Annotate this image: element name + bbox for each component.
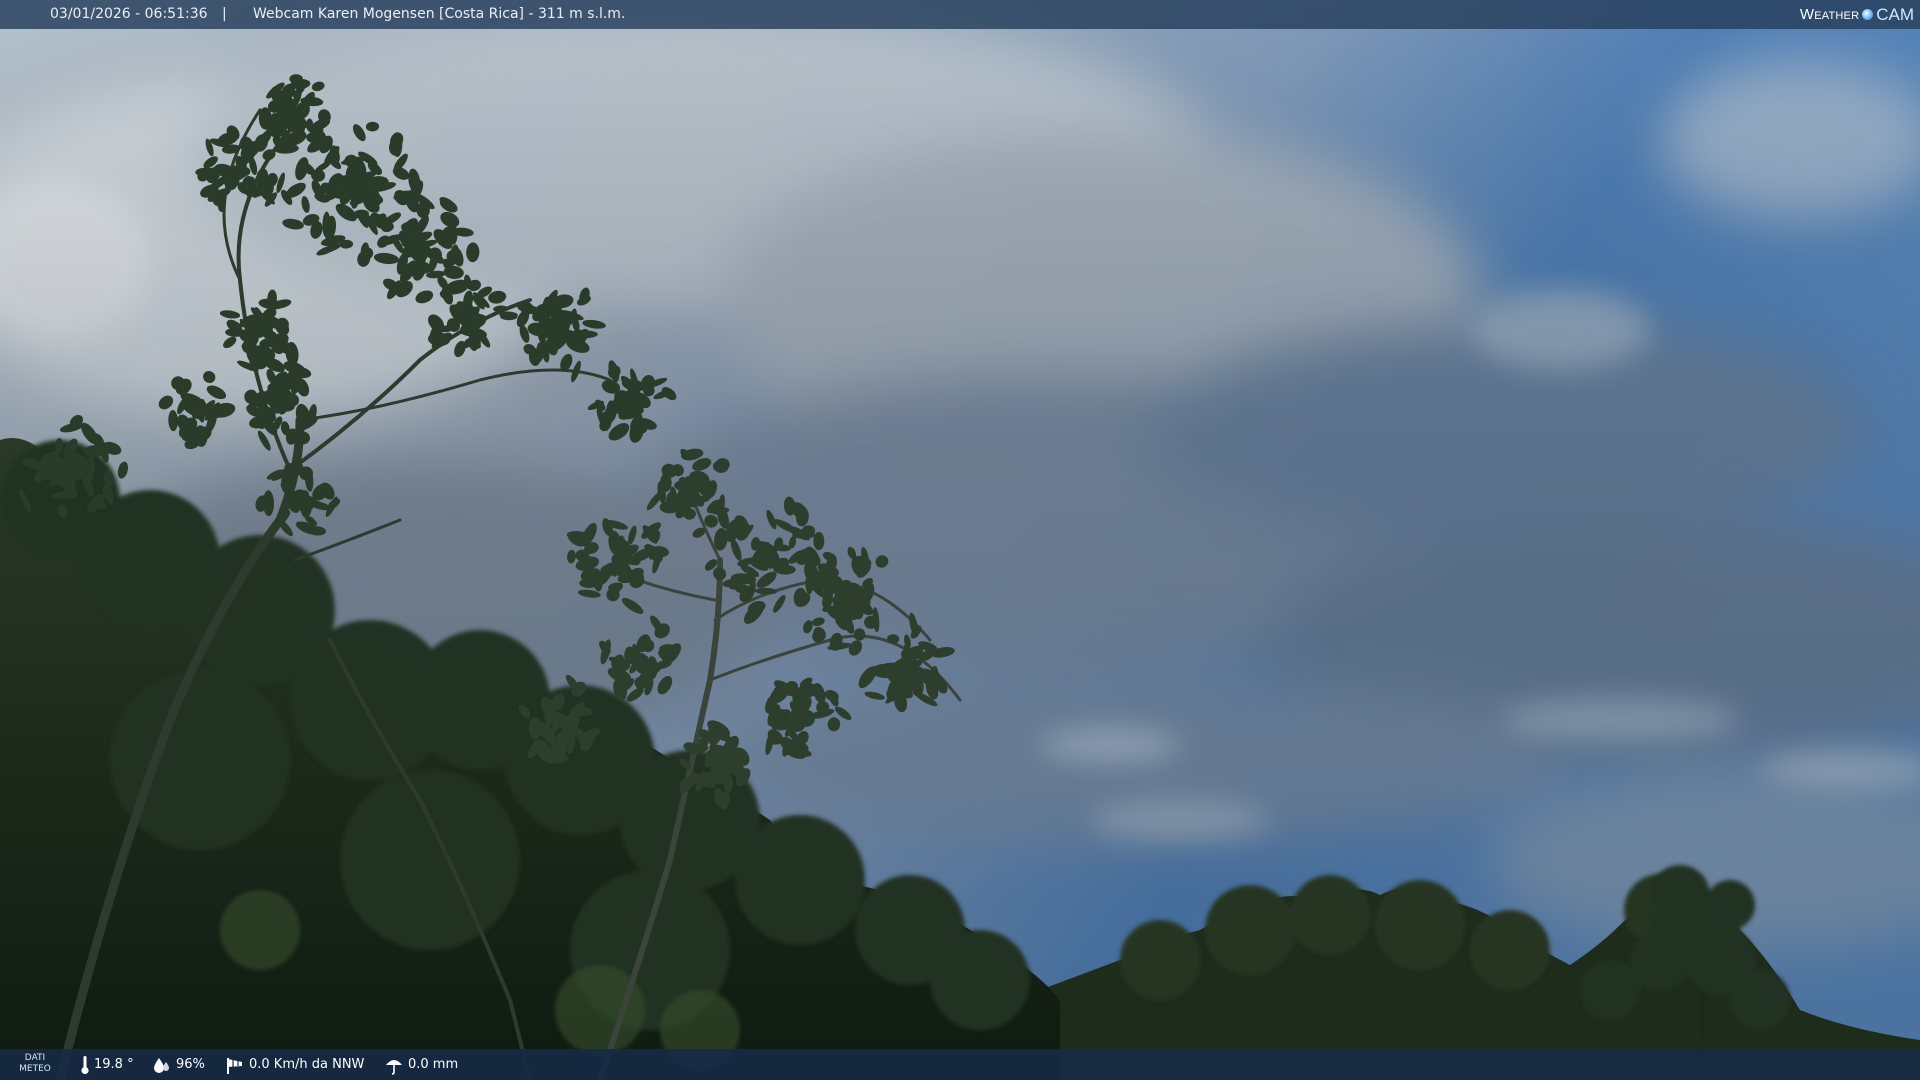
timestamp: 03/01/2026 - 06:51:36 (50, 6, 208, 22)
rain-value: 0.0 mm (408, 1057, 459, 1072)
logo-word: Weather (1799, 6, 1860, 23)
weathercam-globe-icon (1862, 9, 1874, 20)
humidity-value: 96% (176, 1057, 205, 1072)
wind-sock-icon (227, 1057, 242, 1074)
humidity-reading: 96% (152, 1049, 205, 1080)
weathercam-logo: Weather CAM (1800, 0, 1914, 29)
webcam-frame: 03/01/2026 - 06:51:36 | Webcam Karen Mog… (0, 0, 1920, 1080)
logo-cam: CAM (1876, 5, 1914, 24)
humidity-drop-icon (154, 1057, 169, 1073)
temperature-value: 19.8 ° (94, 1057, 134, 1072)
wind-reading: 0.0 Km/h da NNW (225, 1049, 364, 1080)
weather-data-label-line1: DATI (24, 1053, 46, 1063)
thermometer-icon (81, 1055, 89, 1074)
weather-data-label: DATI METEO (14, 1053, 56, 1075)
webcam-image (0, 0, 1920, 1080)
weather-data-label-line2: METEO (19, 1064, 51, 1074)
rain-reading: 0.0 mm (384, 1049, 458, 1080)
weather-data-bar: DATI METEO 19.8 ° 96% 0.0 Km/h da NNW 0.… (0, 1049, 1920, 1080)
camera-info-bar: 03/01/2026 - 06:51:36 | Webcam Karen Mog… (0, 0, 1920, 29)
wind-value: 0.0 Km/h da NNW (249, 1057, 365, 1072)
webcam-title: Webcam Karen Mogensen [Costa Rica] - 311… (253, 6, 626, 22)
separator: | (222, 6, 227, 22)
rain-umbrella-icon (386, 1059, 402, 1075)
temperature-reading: 19.8 ° (80, 1049, 134, 1080)
